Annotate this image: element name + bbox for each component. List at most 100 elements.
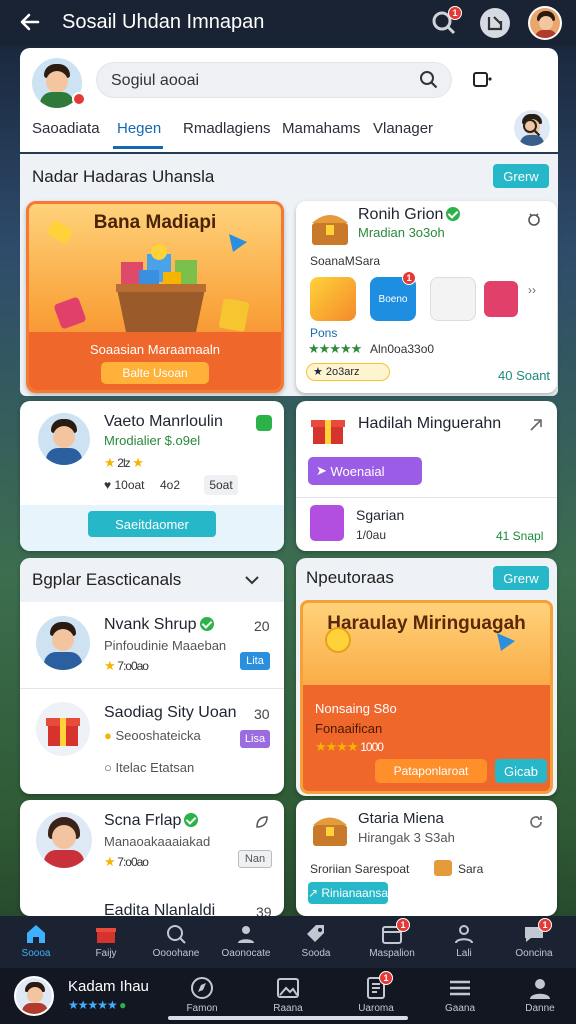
back-arrow-icon[interactable] — [18, 10, 42, 34]
nav-item-faijy[interactable]: Faijy — [74, 916, 138, 968]
share-icon[interactable] — [528, 417, 544, 433]
tab-saoadiata[interactable]: Saoadiata — [32, 120, 100, 137]
nav-item-oooohane[interactable]: Oooohane — [144, 916, 208, 968]
app-thumb-3[interactable] — [430, 277, 476, 321]
promo-button[interactable]: Balte Usoan — [101, 362, 209, 384]
nearby-rating: ★★★★ 1000 — [315, 739, 384, 754]
menu-icon — [447, 975, 473, 1001]
meta-1: ♥ 10oat — [104, 478, 145, 492]
friend-rating: ★ 7:o0ao — [104, 854, 149, 869]
friend-meta: Aln0oa33o0 — [370, 342, 435, 356]
friend-status: Mradian 3o3oh — [358, 225, 445, 240]
leaf-icon[interactable] — [256, 415, 272, 431]
nav2-item-gaana[interactable]: Gaana — [420, 968, 500, 1024]
gem-icon — [227, 232, 249, 254]
nav-item-home[interactable]: Soooa — [4, 916, 68, 968]
divider — [296, 497, 557, 498]
nav-item-maspalion[interactable]: 1 Maspalion — [360, 916, 424, 968]
friend-sub: Manaoakaaaiakad — [104, 834, 211, 849]
row-avatar — [36, 616, 90, 670]
popular-title: Bgplar Eascticanals — [32, 570, 182, 589]
nav2-badge: 1 — [379, 971, 393, 985]
header-panel: Sogiul aooai Saoadiata Hegen Rmadlagiens… — [20, 48, 558, 152]
gift-card-gtaria[interactable]: Gtaria Miena Hirangak 3 S3ah Sroriian Sa… — [296, 800, 557, 916]
nav-item-sooda[interactable]: Sooda — [284, 916, 348, 968]
tab-vlanager[interactable]: Vlanager — [373, 120, 433, 137]
friend-card-ronih[interactable]: Ronih Grion Mradian 3o3oh SoanaMSara Boe… — [296, 201, 557, 393]
gift-count: 41 Snapl — [496, 529, 544, 543]
row-sub-text: Seooshateicka — [115, 728, 201, 743]
gift-card-hadilah[interactable]: Hadilah Minguerahn ➤ Woenaial Sgarian 1/… — [296, 401, 557, 551]
gift-right: Sara — [458, 862, 484, 876]
friend-avatar[interactable] — [38, 413, 90, 465]
gem-icon — [495, 631, 517, 653]
gift-chip[interactable]: ➤ Woenaial — [308, 457, 422, 485]
app-thumb-1[interactable] — [310, 277, 356, 321]
friend-count: 40 Soant — [498, 368, 551, 383]
nearby-view-button[interactable]: Grerw — [493, 566, 549, 590]
nearby-section: Npeutoraas Grerw Haraulay Miringuagah No… — [296, 558, 557, 796]
home-indicator[interactable] — [168, 1016, 408, 1020]
friend-action-button[interactable]: Saeitdaomer — [88, 511, 216, 537]
tab-rmadlagiens[interactable]: Rmadlagiens — [183, 120, 271, 137]
nearby-left-button[interactable]: Pataponlaroat — [375, 759, 487, 783]
nav-item-lali[interactable]: Lali — [432, 916, 496, 968]
rating-chip: ★ 2o3arz — [306, 363, 390, 381]
gift-sub: Hirangak 3 S3ah — [358, 830, 455, 845]
chevron-down-icon[interactable] — [244, 572, 260, 588]
row-rating: ★ 7:o0ao — [104, 658, 149, 673]
nearby-rating-text: 1000 — [360, 740, 384, 754]
row-num: 30 — [254, 706, 270, 722]
app-thumb-4[interactable] — [484, 281, 518, 317]
promo-card[interactable]: Bana Madiapi Soaasian Maraamaaln Balte U… — [26, 201, 284, 393]
nearby-title: Npeutoraas — [306, 568, 394, 587]
treasure-chest-icon — [308, 207, 352, 247]
friend-card-scna[interactable]: Scna Frlap Manaoakaaaiakad ★ 7:o0ao Nan … — [20, 800, 284, 1008]
chest-small-icon — [434, 860, 452, 876]
list-item[interactable]: Saodiag Sity Uoan ● Seooshateicka 30 Lis… — [20, 690, 284, 794]
row-extra: ○ Itelac Etatsan — [104, 760, 195, 775]
square-toggle-icon[interactable] — [472, 70, 492, 90]
tab-search-icon[interactable] — [522, 118, 542, 138]
more-arrows-icon[interactable]: ›› — [528, 283, 536, 297]
tab-hegen[interactable]: Hegen — [117, 120, 161, 137]
nav-label: Ooncina — [515, 948, 553, 959]
refresh-icon[interactable] — [528, 814, 544, 830]
search-people-icon[interactable]: 1 — [430, 6, 462, 37]
chat-bubble-icon: 1 — [522, 918, 552, 946]
row-tag[interactable]: Lita — [240, 652, 270, 670]
list-item[interactable]: Nvank Shrup Pinfoudinie Maaeban ★ 7:o0ao… — [20, 602, 284, 688]
tab-mamahams[interactable]: Mamahams — [282, 120, 360, 137]
compass-icon — [189, 975, 215, 1001]
gift-button[interactable]: ↗ Rinianaansa — [308, 882, 388, 904]
nearby-promo-card[interactable]: Haraulay Miringuagah Nonsaing S8o Fonaai… — [300, 600, 553, 794]
row-tag[interactable]: Lisa — [240, 730, 270, 748]
friend-card-vaeto[interactable]: Vaeto Manrloulin Mrodialier $.o9el ★ 2lz… — [20, 401, 284, 551]
friend-line: SoanaMSara — [310, 254, 381, 268]
featured-view-button[interactable]: Grerw — [493, 164, 549, 188]
tag-icon — [304, 922, 328, 946]
more-icon[interactable] — [526, 211, 542, 227]
nav2-item-danne[interactable]: Danne — [500, 968, 576, 1024]
leaf-icon[interactable] — [254, 814, 270, 830]
nearby-right-button[interactable]: Gicab — [495, 759, 547, 783]
user-avatar[interactable] — [528, 6, 562, 40]
gift-title: Hadilah Minguerahn — [358, 415, 502, 432]
nav-item-ooncina[interactable]: 1 Ooncina — [502, 916, 566, 968]
nearby-line1: Nonsaing S8o — [315, 701, 397, 716]
row-sub: ● Seooshateicka — [104, 728, 201, 743]
profile-avatar[interactable] — [14, 976, 54, 1016]
search-input[interactable]: Sogiul aooai — [96, 62, 452, 98]
chat-icon[interactable] — [480, 8, 510, 38]
nav-label: Sooda — [301, 948, 331, 959]
row-extra-text: Itelac Etatsan — [115, 760, 195, 775]
friend-tag[interactable]: Nan — [238, 850, 272, 868]
search-icon[interactable] — [419, 70, 439, 90]
nav-item-oaonocate[interactable]: Oaonocate — [214, 916, 278, 968]
rating-chip-text: 2o3arz — [325, 366, 360, 378]
notification-badge: 1 — [448, 6, 462, 20]
nav2-label: Famon — [186, 1003, 218, 1014]
friend-status: Mrodialier $.o9el — [104, 433, 201, 448]
treasure-basket-icon — [101, 244, 221, 334]
gift-line: Sroriian Sarespoat — [310, 862, 410, 876]
